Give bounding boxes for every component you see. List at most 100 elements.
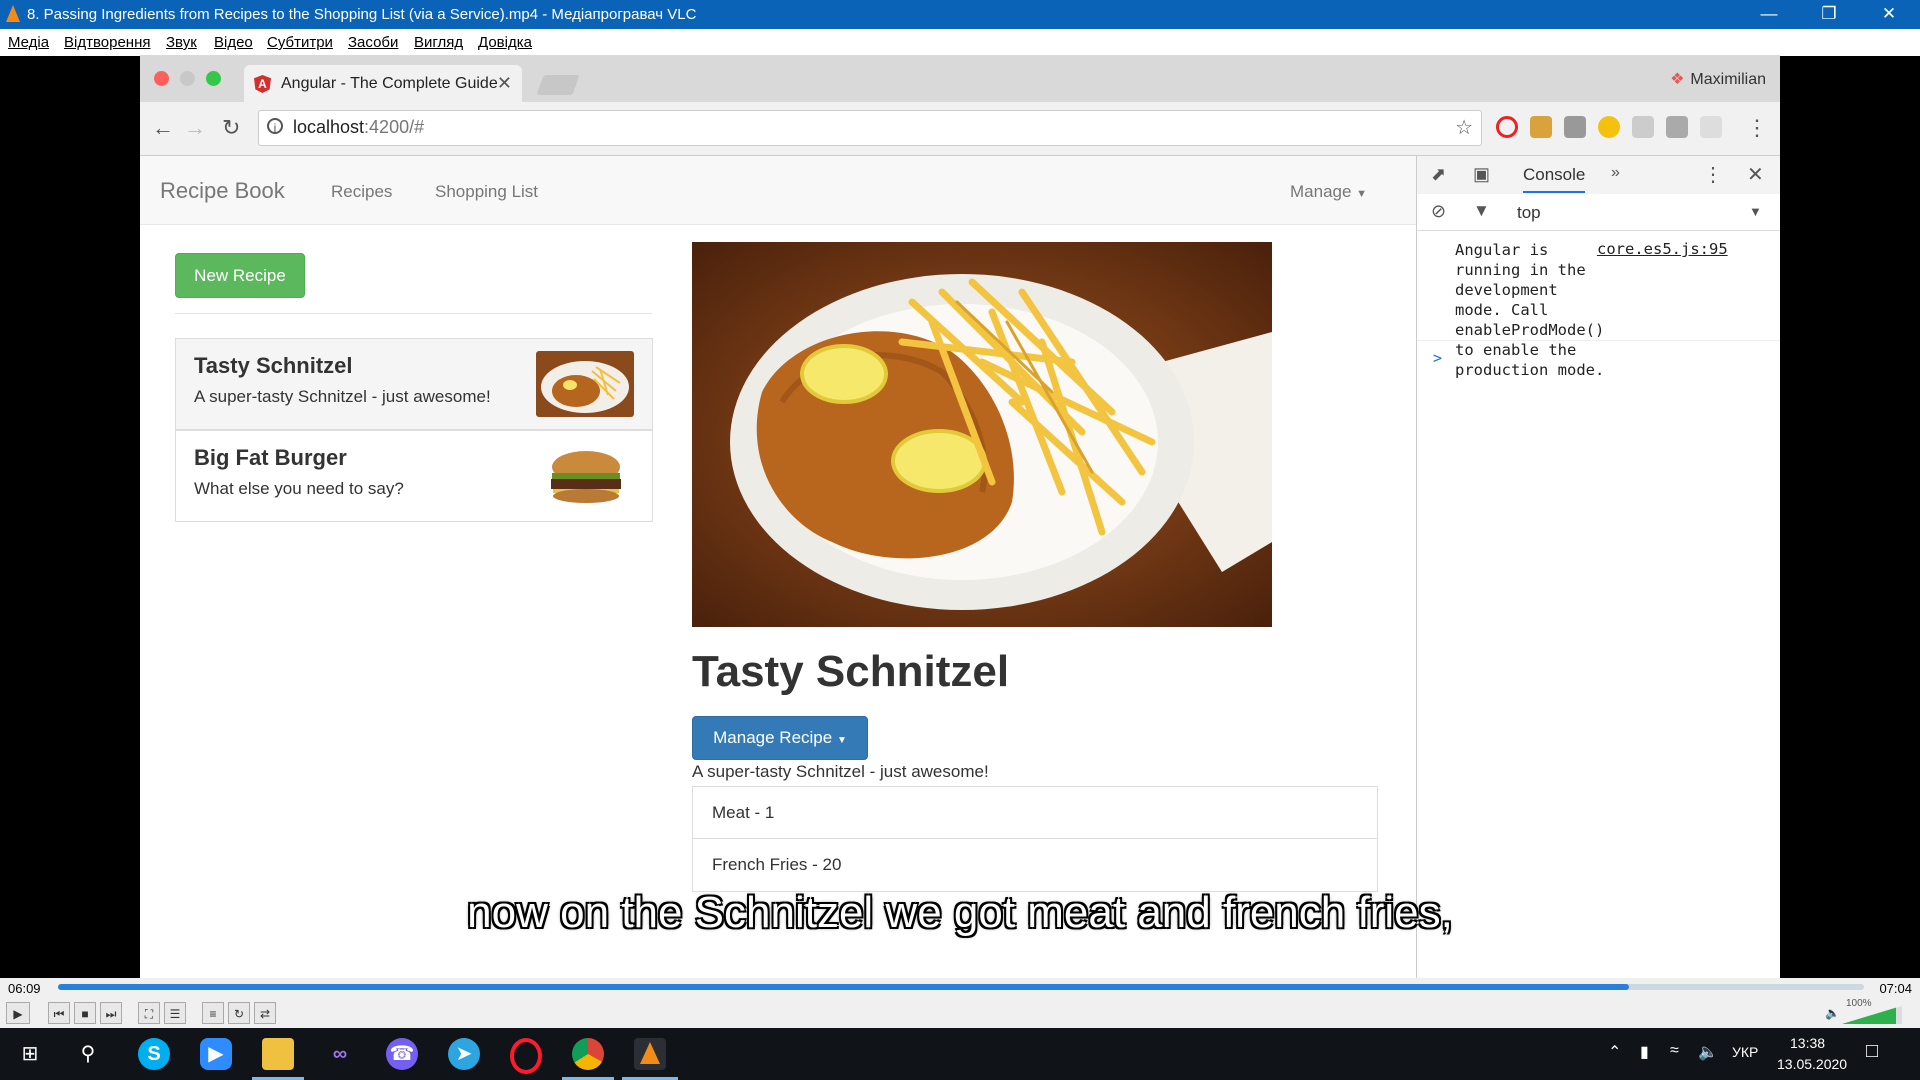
recipe-description: What else you need to say? [194,479,404,498]
filter-icon[interactable]: ▼ [1473,201,1490,221]
previous-button[interactable]: ⏮ [48,1002,70,1024]
context-selector[interactable]: top [1517,203,1541,223]
tab-close-icon[interactable]: ✕ [497,73,512,94]
burger-thumbnail [536,443,634,509]
browser-window: A Angular - The Complete Guide ✕ ❖ Maximi… [140,55,1780,978]
console-prompt[interactable]: > [1433,349,1442,367]
ingredient-item[interactable]: Meat - 1 [692,786,1378,840]
moon-extension-icon[interactable] [1598,116,1620,138]
opera-extension-icon[interactable] [1496,116,1518,138]
extended-settings-button[interactable]: ☰ [164,1002,186,1024]
console-log-source[interactable]: core.es5.js:95 [1597,240,1728,258]
volume-slider[interactable]: 100% [1842,998,1902,1024]
recipe-description: A super-tasty Schnitzel - just awesome! [194,387,491,406]
eyedropper-extension-icon[interactable] [1530,116,1552,138]
bookmark-star-icon[interactable]: ☆ [1455,115,1473,140]
recipe-item-burger[interactable]: Big Fat Burger What else you need to say… [175,430,653,522]
mac-minimize-dot[interactable] [180,71,195,86]
info-icon[interactable]: i [267,118,283,135]
new-tab-button[interactable] [536,75,580,95]
speaker-icon[interactable]: 🔈 [1825,1006,1840,1020]
nav-recipes[interactable]: Recipes [331,182,392,202]
menu-playback[interactable]: Відтворення [64,34,150,51]
clear-console-icon[interactable]: ⊘ [1431,201,1446,222]
menu-help[interactable]: Довідка [478,34,532,51]
devtools-menu-icon[interactable]: ⋮ [1703,162,1723,187]
playlist-button[interactable]: ≡ [202,1002,224,1024]
context-dropdown-icon[interactable]: ▼ [1749,204,1762,219]
stop-button[interactable]: ■ [74,1002,96,1024]
next-button[interactable]: ⏭ [100,1002,122,1024]
console-log-message: Angular is running in the development mo… [1455,241,1605,379]
volume-tray-icon[interactable]: 🔈 [1698,1042,1718,1062]
device-toggle-icon[interactable]: ▣ [1473,164,1490,185]
schnitzel-thumbnail [536,351,634,417]
search-icon[interactable]: ⚲ [72,1038,104,1070]
menu-view[interactable]: Вигляд [414,34,463,51]
address-bar[interactable]: i localhost:4200/# ☆ [258,110,1482,146]
loop-button[interactable]: ↻ [228,1002,250,1024]
play-button[interactable]: ▶ [6,1002,30,1024]
minimize-button[interactable]: — [1746,2,1792,26]
back-icon[interactable]: ← [152,115,174,141]
telegram-icon[interactable]: ➤ [448,1038,480,1070]
console-filter-bar: ⊘ ▼ top ▼ [1417,194,1780,231]
tab-title: Angular - The Complete Guide [281,75,498,92]
grid-extension-icon[interactable] [1632,116,1654,138]
fullscreen-button[interactable]: ⛶ [138,1002,160,1024]
menu-tools[interactable]: Засоби [348,34,398,51]
profile-icon: ❖ [1670,71,1685,88]
console-divider [1417,340,1780,341]
notifications-icon[interactable]: □ [1866,1040,1878,1063]
visual-studio-icon[interactable]: ∞ [324,1038,356,1070]
manage-recipe-label: Manage Recipe [713,728,833,747]
menu-subtitles[interactable]: Субтитри [267,34,333,51]
chrome-icon[interactable] [572,1038,604,1070]
extension-icon[interactable] [1564,116,1586,138]
new-recipe-button[interactable]: New Recipe [175,253,305,298]
tab-angular[interactable]: A Angular - The Complete Guide ✕ [244,65,522,102]
recipe-name: Big Fat Burger [194,445,347,470]
manage-recipe-button[interactable]: Manage Recipe ▼ [692,716,868,760]
tab-console[interactable]: Console [1523,165,1586,193]
zoom-icon[interactable]: ▶ [200,1038,232,1070]
mac-close-dot[interactable] [154,71,169,86]
browser-toolbar: ← → ↻ i localhost:4200/# ☆ ⋮ [140,102,1780,156]
opera-icon[interactable] [510,1038,542,1074]
vue-extension-icon[interactable] [1666,116,1688,138]
nav-shopping-list[interactable]: Shopping List [435,182,538,202]
inspect-element-icon[interactable]: ⬈ [1431,164,1446,185]
mac-zoom-dot[interactable] [206,71,221,86]
clock-time[interactable]: 13:38 [1790,1035,1825,1051]
reload-icon[interactable]: ↻ [222,115,240,141]
nav-manage-dropdown[interactable]: Manage ▼ [1290,182,1367,202]
more-tabs-icon[interactable]: » [1611,164,1620,182]
menu-audio[interactable]: Звук [166,34,197,51]
menu-media[interactable]: Медіа [8,34,49,51]
wifi-icon[interactable]: ≈ [1670,1042,1679,1060]
vlc-taskbar-icon[interactable] [634,1038,666,1070]
viber-icon[interactable]: ☎ [386,1038,418,1070]
windows-start-icon[interactable]: ⊞ [14,1038,46,1070]
browser-menu-icon[interactable]: ⋮ [1746,115,1768,141]
profile-button[interactable]: ❖ Maximilian [1670,69,1766,89]
windows-taskbar: ⊞ ⚲ S ▶ ∞ ☎ ➤ ⌃ ▮ ≈ 🔈 УКР 13:38 13.05.20… [0,1028,1920,1080]
restore-button[interactable]: ❐ [1806,2,1852,26]
url-text: localhost:4200/# [293,117,424,138]
ingredient-item[interactable]: French Fries - 20 [692,838,1378,892]
skype-icon[interactable]: S [138,1038,170,1070]
file-explorer-icon[interactable] [262,1038,294,1070]
devtools-close-icon[interactable]: ✕ [1747,162,1764,187]
seek-bar[interactable] [58,984,1864,990]
recipe-item-schnitzel[interactable]: Tasty Schnitzel A super-tasty Schnitzel … [175,338,653,430]
battery-icon[interactable]: ▮ [1640,1042,1649,1062]
menu-video[interactable]: Відео [214,34,253,51]
navbar-brand[interactable]: Recipe Book [160,178,285,204]
shuffle-button[interactable]: ⇄ [254,1002,276,1024]
forward-icon[interactable]: → [184,115,206,141]
tray-chevron-icon[interactable]: ⌃ [1608,1042,1621,1062]
clock-date[interactable]: 13.05.2020 [1777,1056,1847,1072]
language-indicator[interactable]: УКР [1732,1044,1758,1060]
close-button[interactable]: ✕ [1866,2,1912,26]
cloud-extension-icon[interactable] [1700,116,1722,138]
